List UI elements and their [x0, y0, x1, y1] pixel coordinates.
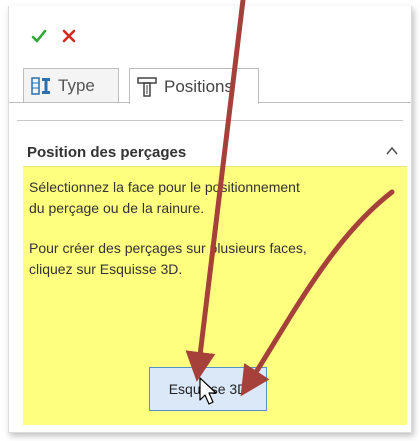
cross-icon[interactable] — [61, 28, 77, 44]
tab-positions-label: Positions — [164, 76, 233, 96]
section-title: Position des perçages — [27, 144, 187, 161]
checkmark-icon[interactable] — [31, 28, 47, 44]
section-divider — [17, 120, 403, 121]
tab-type-label: Type — [58, 75, 95, 95]
info-line-1: Sélectionnez la face pour le positionnem… — [29, 179, 300, 195]
info-line-4: cliquez sur Esquisse 3D. — [29, 261, 183, 277]
info-box: Sélectionnez la face pour le positionnem… — [23, 166, 407, 425]
property-manager-panel: Type Positions Position des perçages Sél… — [8, 6, 412, 433]
esquisse-3d-label: Esquisse 3D — [168, 381, 248, 397]
info-line-2: du perçage ou de la rainure. — [29, 200, 205, 216]
hole-type-icon — [31, 76, 50, 95]
tab-positions[interactable]: Positions — [129, 68, 259, 104]
confirm-toolbar — [9, 6, 411, 54]
tab-bar: Type Positions — [9, 62, 411, 106]
tab-type[interactable]: Type — [23, 68, 119, 102]
info-line-3: Pour créer des perçages sur plusieurs fa… — [29, 240, 307, 256]
hole-position-icon — [137, 76, 157, 97]
chevron-up-icon[interactable] — [385, 144, 399, 158]
esquisse-3d-button[interactable]: Esquisse 3D — [149, 367, 267, 411]
